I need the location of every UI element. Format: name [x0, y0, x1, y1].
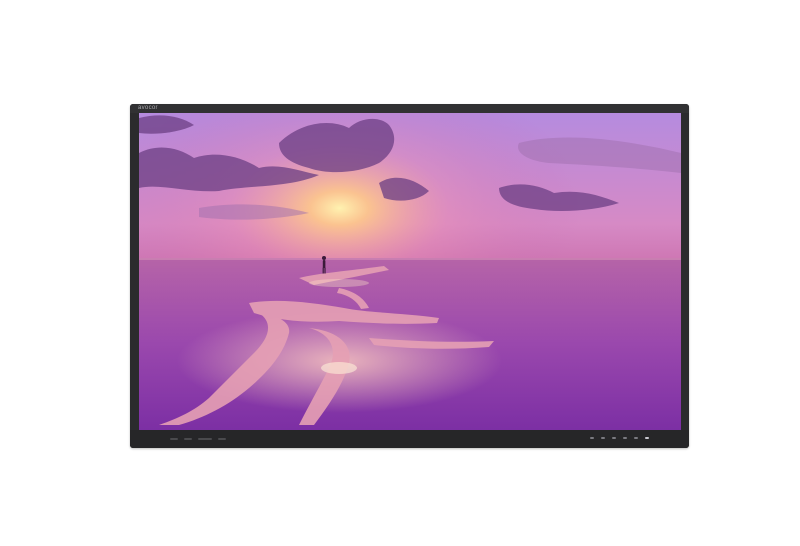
usb-port-icon: [170, 438, 178, 440]
usb-port-icon: [184, 438, 192, 440]
display-screen: [139, 113, 681, 430]
hdmi-port-icon: [198, 438, 212, 440]
volume-down-button[interactable]: [601, 437, 605, 439]
top-bezel: avocor: [130, 104, 689, 113]
brand-logo: avocor: [138, 105, 158, 111]
volume-up-button[interactable]: [612, 437, 616, 439]
bottom-bezel: [130, 430, 689, 448]
power-button[interactable]: [634, 437, 638, 439]
power-led-icon: [645, 437, 649, 439]
front-port-panel: [170, 438, 226, 442]
usb-c-port-icon: [218, 438, 226, 440]
input-button[interactable]: [590, 437, 594, 439]
menu-button[interactable]: [623, 437, 627, 439]
interactive-display: avocor: [130, 104, 689, 448]
wallpaper-image: [139, 113, 681, 430]
front-control-buttons: [590, 437, 649, 439]
